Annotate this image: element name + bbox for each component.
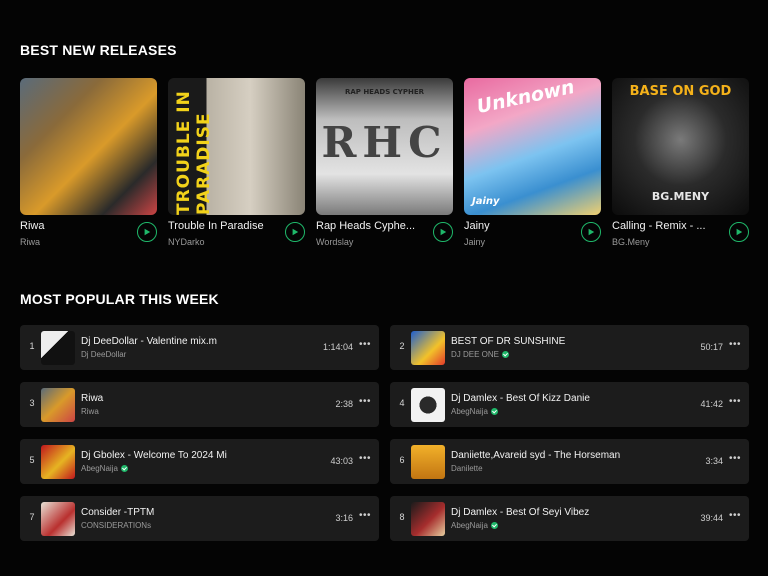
cover-art-text: RHC [321,118,448,167]
release-title[interactable]: Trouble In Paradise [168,220,278,232]
track-row[interactable]: 8 Dj Damlex - Best Of Seyi Vibez AbegNai… [390,496,749,541]
best-new-releases-heading: BEST NEW RELEASES [20,42,177,58]
release-cover[interactable]: RAP HEADS CYPHER RHC [316,78,453,215]
track-artist[interactable]: CONSIDERATIONs [81,521,151,530]
track-duration: 1:14:04 [322,342,353,352]
release-card[interactable]: TROUBLE IN PARADISE Trouble In Paradise … [168,78,305,247]
track-thumbnail[interactable] [41,502,75,536]
cover-art-text: TROUBLE IN PARADISE [174,90,214,215]
track-duration: 3:16 [335,513,353,523]
track-title[interactable]: Dj Damlex - Best Of Kizz Danie [451,393,651,404]
play-icon[interactable] [581,222,601,242]
track-duration: 2:38 [335,399,353,409]
release-cover[interactable]: TROUBLE IN PARADISE [168,78,305,215]
track-rank: 2 [399,341,405,351]
more-options-icon[interactable]: ••• [729,339,741,350]
track-rank: 7 [29,512,35,522]
track-thumbnail[interactable] [41,388,75,422]
more-options-icon[interactable]: ••• [729,510,741,521]
release-artist[interactable]: Jainy [464,237,574,247]
cover-art-text: BASE ON GOD [629,84,732,99]
track-artist[interactable]: Riwa [81,407,99,416]
track-artist[interactable]: AbegNaija [451,407,488,416]
track-rank: 8 [399,512,405,522]
release-card[interactable]: BASE ON GOD BG.MENY Calling - Remix - ..… [612,78,749,247]
more-options-icon[interactable]: ••• [359,339,371,350]
release-title[interactable]: Jainy [464,220,574,232]
more-options-icon[interactable]: ••• [359,396,371,407]
track-title[interactable]: Consider -TPTM [81,507,281,518]
play-icon[interactable] [433,222,453,242]
track-rank: 5 [29,455,35,465]
more-options-icon[interactable]: ••• [359,453,371,464]
release-cover[interactable] [20,78,157,215]
more-options-icon[interactable]: ••• [729,453,741,464]
track-row[interactable]: 3 Riwa Riwa 2:38 ••• [20,382,379,427]
release-artist[interactable]: Riwa [20,237,130,247]
verified-badge-icon [490,522,498,529]
track-rank: 6 [399,455,405,465]
more-options-icon[interactable]: ••• [359,510,371,521]
cover-art-text: Jainy [472,196,500,207]
track-thumbnail[interactable] [411,502,445,536]
track-rank: 4 [399,398,405,408]
track-thumbnail[interactable] [41,445,75,479]
play-icon[interactable] [729,222,749,242]
cover-art-text: BG.MENY [651,190,710,203]
cover-art-text: Unknown [474,78,577,119]
track-artist[interactable]: DJ DEE ONE [451,350,499,359]
track-row[interactable]: 7 Consider -TPTM CONSIDERATIONs 3:16 ••• [20,496,379,541]
track-thumbnail[interactable] [41,331,75,365]
track-thumbnail[interactable] [411,331,445,365]
release-artist[interactable]: BG.Meny [612,237,722,247]
verified-badge-icon [490,408,498,415]
track-thumbnail[interactable] [411,388,445,422]
track-rank: 1 [29,341,35,351]
play-icon[interactable] [285,222,305,242]
verified-badge-icon [502,351,510,358]
track-duration: 43:03 [330,456,353,466]
track-row[interactable]: 4 Dj Damlex - Best Of Kizz Danie AbegNai… [390,382,749,427]
release-card[interactable]: Unknown Jainy Jainy Jainy [464,78,601,247]
release-card[interactable]: Riwa Riwa [20,78,157,247]
track-title[interactable]: BEST OF DR SUNSHINE [451,336,651,347]
new-releases-carousel: Riwa Riwa TROUBLE IN PARADISE Trouble In… [20,78,760,258]
release-artist[interactable]: NYDarko [168,237,278,247]
track-artist[interactable]: Danilette [451,464,483,473]
release-cover[interactable]: Unknown Jainy [464,78,601,215]
track-title[interactable]: Dj DeeDollar - Valentine mix.m [81,336,281,347]
track-duration: 41:42 [700,399,723,409]
track-thumbnail[interactable] [411,445,445,479]
track-artist[interactable]: AbegNaija [451,521,488,530]
track-artist[interactable]: Dj DeeDollar [81,350,126,359]
track-duration: 3:34 [705,456,723,466]
track-duration: 39:44 [700,513,723,523]
track-title[interactable]: Dj Gbolex - Welcome To 2024 Mi [81,450,281,461]
track-title[interactable]: Dj Damlex - Best Of Seyi Vibez [451,507,651,518]
release-title[interactable]: Calling - Remix - ... [612,220,722,232]
track-title[interactable]: Riwa [81,393,281,404]
verified-badge-icon [120,465,128,472]
track-artist[interactable]: AbegNaija [81,464,118,473]
release-title[interactable]: Riwa [20,220,130,232]
most-popular-heading: MOST POPULAR THIS WEEK [20,291,219,307]
track-duration: 50:17 [700,342,723,352]
track-row[interactable]: 1 Dj DeeDollar - Valentine mix.m Dj DeeD… [20,325,379,370]
cover-art-text: RAP HEADS CYPHER [344,88,425,96]
track-rank: 3 [29,398,35,408]
release-cover[interactable]: BASE ON GOD BG.MENY [612,78,749,215]
more-options-icon[interactable]: ••• [729,396,741,407]
track-title[interactable]: Daniiette,Avareid syd - The Horseman [451,450,651,461]
track-row[interactable]: 2 BEST OF DR SUNSHINE DJ DEE ONE 50:17 •… [390,325,749,370]
play-icon[interactable] [137,222,157,242]
track-row[interactable]: 5 Dj Gbolex - Welcome To 2024 Mi AbegNai… [20,439,379,484]
release-artist[interactable]: Wordslay [316,237,426,247]
release-card[interactable]: RAP HEADS CYPHER RHC Rap Heads Cyphe... … [316,78,453,247]
track-row[interactable]: 6 Daniiette,Avareid syd - The Horseman D… [390,439,749,484]
release-title[interactable]: Rap Heads Cyphe... [316,220,426,232]
